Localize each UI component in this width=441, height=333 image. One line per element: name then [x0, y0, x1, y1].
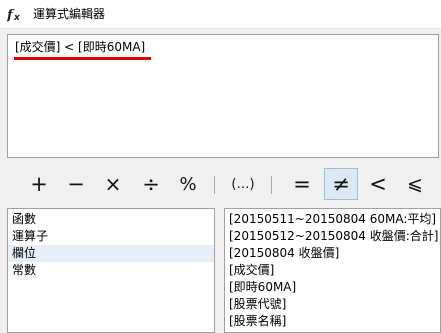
- field-item[interactable]: [即時60MA]: [225, 279, 440, 296]
- less-or-equal-button[interactable]: ⩽: [402, 168, 428, 200]
- not-equal-button[interactable]: ≠: [324, 168, 358, 200]
- title-bar: f x 運算式編輯器: [0, 0, 441, 29]
- field-item[interactable]: [股票名稱]: [225, 313, 440, 330]
- fx-icon: f x: [6, 6, 24, 23]
- field-item[interactable]: [20150511~20150804 60MA:平均]: [225, 211, 440, 228]
- multiply-button[interactable]: ×: [101, 168, 125, 200]
- svg-text:x: x: [13, 13, 21, 22]
- category-list[interactable]: 函數 運算子 欄位 常數: [7, 208, 215, 333]
- field-item[interactable]: [股票代號]: [225, 296, 440, 313]
- less-than-button[interactable]: <: [366, 168, 390, 200]
- category-item-constants[interactable]: 常數: [8, 262, 214, 279]
- percent-button[interactable]: %: [175, 168, 201, 200]
- equals-button[interactable]: =: [290, 168, 314, 200]
- category-item-operators[interactable]: 運算子: [8, 228, 214, 245]
- expression-text[interactable]: [成交價] < [即時60MA]: [15, 39, 145, 55]
- field-item[interactable]: [20150804 收盤價]: [225, 245, 440, 262]
- toolbar-separator: [271, 176, 272, 194]
- field-item[interactable]: [20150512~20150804 收盤價:合計]: [225, 228, 440, 245]
- plus-button[interactable]: +: [27, 168, 51, 200]
- category-item-functions[interactable]: 函數: [8, 211, 214, 228]
- field-item[interactable]: [成交價]: [225, 262, 440, 279]
- divide-button[interactable]: ÷: [138, 168, 164, 200]
- window-title: 運算式編輯器: [33, 7, 106, 21]
- minus-button[interactable]: −: [64, 168, 88, 200]
- field-list[interactable]: [20150511~20150804 60MA:平均] [20150512~20…: [224, 208, 441, 333]
- operator-toolbar: + − × ÷ % (…) = ≠ < ⩽: [0, 166, 441, 204]
- expression-editor[interactable]: [成交價] < [即時60MA]: [7, 34, 439, 158]
- parentheses-button[interactable]: (…): [228, 168, 258, 200]
- toolbar-separator: [214, 176, 215, 194]
- category-item-fields[interactable]: 欄位: [8, 245, 214, 262]
- expression-underline: [14, 57, 151, 60]
